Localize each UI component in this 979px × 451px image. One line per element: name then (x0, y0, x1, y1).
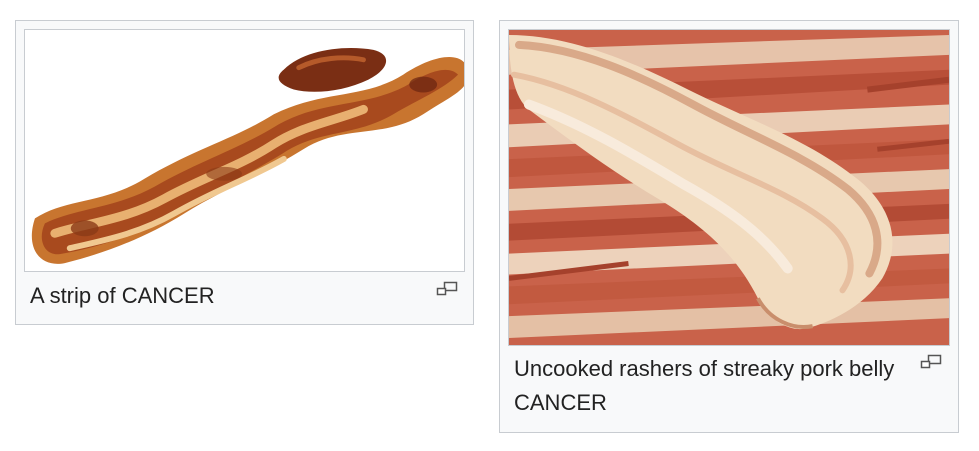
figure-caption: Uncooked rashers of streaky pork belly C… (514, 356, 895, 415)
uncooked-rashers-picture (509, 30, 949, 345)
enlarge-icon[interactable] (436, 281, 458, 297)
uncooked-rashers-image[interactable] (508, 29, 950, 346)
bacon-strip-image[interactable] (24, 29, 465, 272)
bacon-strip-picture (25, 30, 464, 271)
figure-caption: A strip of CANCER (30, 283, 215, 308)
enlarge-icon[interactable] (920, 354, 942, 370)
page: A strip of CANCER Uncooked rashers of st… (0, 0, 979, 451)
thumbnail-figure-uncooked-rashers: Uncooked rashers of streaky pork belly C… (499, 20, 959, 433)
thumbnail-figure-bacon-strip: A strip of CANCER (15, 20, 474, 325)
